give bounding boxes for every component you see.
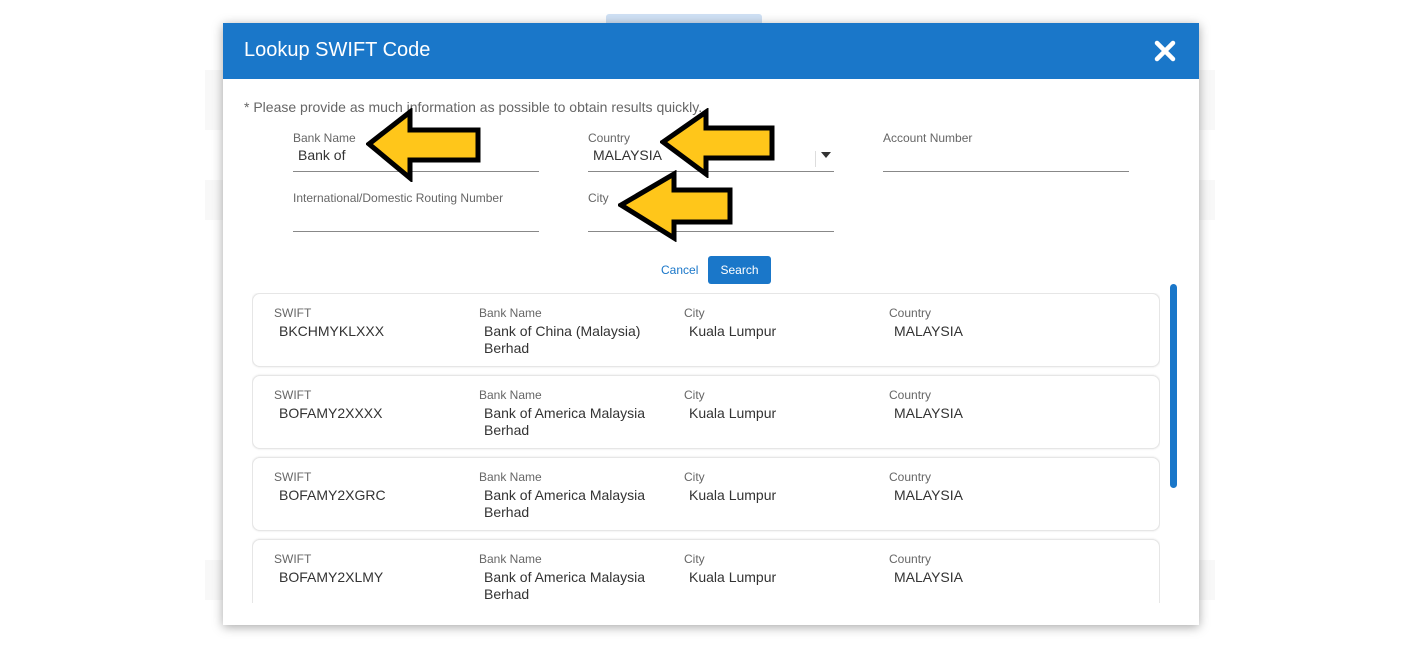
city-value: Kuala Lumpur	[689, 405, 777, 421]
country-value: MALAYSIA	[894, 323, 963, 339]
results-scrollbar[interactable]	[1170, 284, 1177, 488]
bank-name-col-label: Bank Name	[479, 306, 542, 320]
swift-value: BOFAMY2XXXX	[279, 405, 383, 421]
city-label: City	[588, 191, 609, 205]
bank-name-col-label: Bank Name	[479, 552, 542, 566]
city-col-label: City	[684, 552, 705, 566]
select-divider	[815, 151, 816, 167]
bank-name-label: Bank Name	[293, 131, 356, 145]
swift-value: BKCHMYKLXXX	[279, 323, 385, 339]
bank-name-value: Bank of America Malaysia Berhad	[484, 487, 646, 520]
country-value: MALAYSIA	[894, 487, 963, 503]
bank-name-value: Bank of China (Malaysia) Berhad	[484, 323, 641, 356]
city-value: Kuala Lumpur	[689, 323, 777, 339]
account-number-label: Account Number	[883, 131, 973, 145]
results-list: SWIFT BKCHMYKLXXX Bank Name Bank of Chin…	[252, 293, 1160, 603]
country-col-label: Country	[889, 306, 932, 320]
modal-title: Lookup SWIFT Code	[244, 39, 431, 61]
city-col-label: City	[684, 470, 705, 484]
country-col-label: Country	[889, 388, 932, 402]
result-row[interactable]: SWIFT BOFAMY2XGRC Bank Name Bank of Amer…	[252, 457, 1160, 531]
bank-name-value: Bank of America Malaysia Berhad	[484, 405, 646, 438]
country-col-label: Country	[889, 552, 932, 566]
city-value: Kuala Lumpur	[689, 487, 777, 503]
routing-number-label: International/Domestic Routing Number	[293, 191, 504, 205]
swift-value: BOFAMY2XGRC	[279, 487, 386, 503]
close-icon[interactable]	[1149, 35, 1181, 67]
country-label: Country	[588, 131, 631, 145]
bank-name-value: Bank of America Malaysia Berhad	[484, 569, 646, 602]
bank-name-col-label: Bank Name	[479, 470, 542, 484]
arrow-left-icon	[618, 170, 733, 242]
result-row[interactable]: SWIFT BOFAMY2XLMY Bank Name Bank of Amer…	[252, 539, 1160, 603]
search-button[interactable]: Search	[708, 256, 771, 284]
city-value: Kuala Lumpur	[689, 569, 777, 585]
result-row[interactable]: SWIFT BOFAMY2XXXX Bank Name Bank of Amer…	[252, 375, 1160, 449]
swift-label: SWIFT	[274, 306, 312, 320]
bank-name-col-label: Bank Name	[479, 388, 542, 402]
cancel-button[interactable]: Cancel	[661, 263, 698, 277]
arrow-left-icon	[366, 108, 481, 182]
country-value[interactable]: MALAYSIA	[593, 147, 662, 163]
account-number-field[interactable]: Account Number	[883, 131, 1129, 172]
routing-number-field[interactable]: International/Domestic Routing Number	[293, 191, 539, 232]
swift-value: BOFAMY2XLMY	[279, 569, 384, 585]
country-value: MALAYSIA	[894, 405, 963, 421]
bank-name-input[interactable]: Bank of	[298, 147, 345, 163]
swift-label: SWIFT	[274, 388, 312, 402]
country-col-label: Country	[889, 470, 932, 484]
swift-label: SWIFT	[274, 470, 312, 484]
result-row[interactable]: SWIFT BKCHMYKLXXX Bank Name Bank of Chin…	[252, 293, 1160, 367]
city-col-label: City	[684, 388, 705, 402]
city-col-label: City	[684, 306, 705, 320]
chevron-down-icon[interactable]	[821, 152, 831, 158]
country-value: MALAYSIA	[894, 569, 963, 585]
modal-header: Lookup SWIFT Code	[223, 23, 1199, 79]
swift-label: SWIFT	[274, 552, 312, 566]
arrow-left-icon	[660, 108, 775, 178]
